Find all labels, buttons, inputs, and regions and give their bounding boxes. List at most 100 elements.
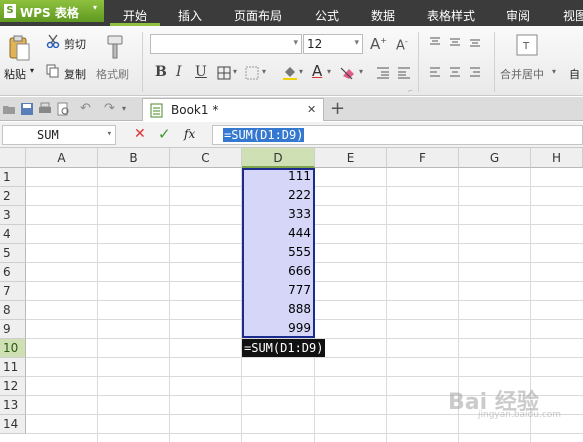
auto-wrap-button[interactable]: 自 <box>569 66 580 82</box>
cell-d3[interactable]: 333 <box>243 207 314 221</box>
column-header-b[interactable]: B <box>98 148 170 168</box>
decrease-font-size-icon[interactable]: A- <box>396 37 408 53</box>
chevron-down-icon[interactable]: ▾ <box>299 67 303 76</box>
column-header-d[interactable]: D <box>242 148 315 168</box>
cut-button[interactable]: 剪切 <box>64 36 86 52</box>
tab-table-style[interactable]: 表格样式 <box>427 7 475 24</box>
merge-center-icon[interactable]: T <box>516 34 538 56</box>
row-header-6[interactable]: 6 <box>0 263 26 282</box>
cell-d6[interactable]: 666 <box>243 264 314 278</box>
confirm-icon[interactable]: ✓ <box>158 125 171 143</box>
print-preview-icon[interactable] <box>56 102 70 116</box>
app-menu-button[interactable]: S WPS 表格 ▾ <box>0 0 104 22</box>
print-icon[interactable] <box>38 102 52 116</box>
chevron-down-icon: ▾ <box>93 3 98 12</box>
chevron-down-icon[interactable]: ▾ <box>107 129 112 139</box>
cell-d1[interactable]: 111 <box>243 169 314 183</box>
row-header-14[interactable]: 14 <box>0 415 26 434</box>
paste-dropdown-icon[interactable]: ▾ <box>30 66 34 75</box>
row-header-3[interactable]: 3 <box>0 206 26 225</box>
scissors-icon <box>46 34 60 48</box>
chevron-down-icon[interactable]: ▾ <box>122 104 126 113</box>
new-tab-button[interactable]: + <box>330 98 345 119</box>
row-header-13[interactable]: 13 <box>0 396 26 415</box>
tab-review[interactable]: 审阅 <box>506 7 530 24</box>
merge-style-icon[interactable] <box>245 66 261 80</box>
tab-view[interactable]: 视图 <box>563 7 583 24</box>
cell-d2[interactable]: 222 <box>243 188 314 202</box>
cell-d5[interactable]: 555 <box>243 245 314 259</box>
tab-insert[interactable]: 插入 <box>178 7 202 24</box>
formula-bar: SUM ▾ ✕ ✓ fx =SUM(D1:D9) <box>0 122 583 148</box>
increase-font-size-icon[interactable]: A+ <box>370 35 387 53</box>
ribbon-toolbar: 粘贴 ▾ 剪切 复制 格式刷 ▾ 12 ▾ A+ A- B I U ▾ ▾ ▾ … <box>0 26 583 96</box>
gridline <box>386 168 387 442</box>
vertical-align-icons[interactable] <box>428 36 488 48</box>
svg-text:T: T <box>522 41 530 52</box>
borders-icon[interactable] <box>217 66 233 80</box>
format-painter-icon[interactable] <box>104 34 126 60</box>
font-size-select[interactable]: 12 ▾ <box>303 34 363 54</box>
tab-page-layout[interactable]: 页面布局 <box>234 7 282 24</box>
cell-d7[interactable]: 777 <box>243 283 314 297</box>
ribbon-separator <box>418 32 419 92</box>
close-tab-icon[interactable]: ✕ <box>307 103 316 116</box>
clear-format-icon[interactable] <box>340 66 358 80</box>
redo-icon[interactable]: ↷ <box>104 101 115 116</box>
row-header-5[interactable]: 5 <box>0 244 26 263</box>
tab-data[interactable]: 数据 <box>371 7 395 24</box>
chevron-down-icon[interactable]: ▾ <box>359 67 363 76</box>
column-header-e[interactable]: E <box>315 148 387 168</box>
outdent-icon[interactable] <box>397 66 411 80</box>
horizontal-align-icons[interactable] <box>428 66 488 78</box>
row-header-12[interactable]: 12 <box>0 377 26 396</box>
cell-d9[interactable]: 999 <box>243 321 314 335</box>
row-header-4[interactable]: 4 <box>0 225 26 244</box>
row-header-7[interactable]: 7 <box>0 282 26 301</box>
row-header-1[interactable]: 1 <box>0 168 26 187</box>
formula-input[interactable]: =SUM(D1:D9) <box>212 125 583 145</box>
tab-formulas[interactable]: 公式 <box>315 7 339 24</box>
dialog-launcher-icon[interactable]: ⌐ <box>408 88 413 95</box>
row-header-9[interactable]: 9 <box>0 320 26 339</box>
fill-color-icon[interactable] <box>282 66 298 80</box>
merge-center-button[interactable]: 合并居中 <box>500 66 544 82</box>
indent-icon[interactable] <box>376 66 390 80</box>
wps-window: S WPS 表格 ▾ 开始 插入 页面布局 公式 数据 表格样式 审阅 视图 粘… <box>0 0 583 442</box>
folder-icon[interactable] <box>2 102 16 116</box>
select-all-corner[interactable] <box>0 148 26 168</box>
column-header-f[interactable]: F <box>387 148 459 168</box>
column-header-h[interactable]: H <box>531 148 583 168</box>
column-header-c[interactable]: C <box>170 148 242 168</box>
paste-button[interactable]: 粘贴 <box>4 66 26 82</box>
column-header-g[interactable]: G <box>459 148 531 168</box>
cell-d4[interactable]: 444 <box>243 226 314 240</box>
cell-d10-editor[interactable]: =SUM(D1:D9) <box>242 339 326 357</box>
gridline <box>26 376 583 377</box>
undo-icon[interactable]: ↶ <box>80 101 91 116</box>
paste-icon[interactable] <box>8 34 30 62</box>
row-header-8[interactable]: 8 <box>0 301 26 320</box>
bold-button[interactable]: B <box>155 64 167 80</box>
row-header-11[interactable]: 11 <box>0 358 26 377</box>
font-color-icon[interactable]: A <box>312 62 322 80</box>
font-name-select[interactable]: ▾ <box>150 34 302 54</box>
row-header-2[interactable]: 2 <box>0 187 26 206</box>
save-icon[interactable] <box>20 102 34 116</box>
chevron-down-icon[interactable]: ▾ <box>233 67 237 76</box>
copy-button[interactable]: 复制 <box>64 66 86 82</box>
underline-button[interactable]: U <box>195 64 207 80</box>
italic-button[interactable]: I <box>176 64 182 80</box>
column-header-a[interactable]: A <box>26 148 98 168</box>
insert-function-button[interactable]: fx <box>184 127 195 141</box>
format-painter-button[interactable]: 格式刷 <box>96 66 129 82</box>
cell-d8[interactable]: 888 <box>243 302 314 316</box>
name-box[interactable]: SUM ▾ <box>2 125 116 145</box>
row-header-10[interactable]: 10 <box>0 339 26 358</box>
tab-book1[interactable]: Book1 * ✕ <box>142 98 324 121</box>
chevron-down-icon[interactable]: ▾ <box>552 67 556 76</box>
tab-home[interactable]: 开始 <box>123 7 147 24</box>
chevron-down-icon[interactable]: ▾ <box>327 67 331 76</box>
chevron-down-icon[interactable]: ▾ <box>262 67 266 76</box>
cancel-icon[interactable]: ✕ <box>134 126 146 142</box>
